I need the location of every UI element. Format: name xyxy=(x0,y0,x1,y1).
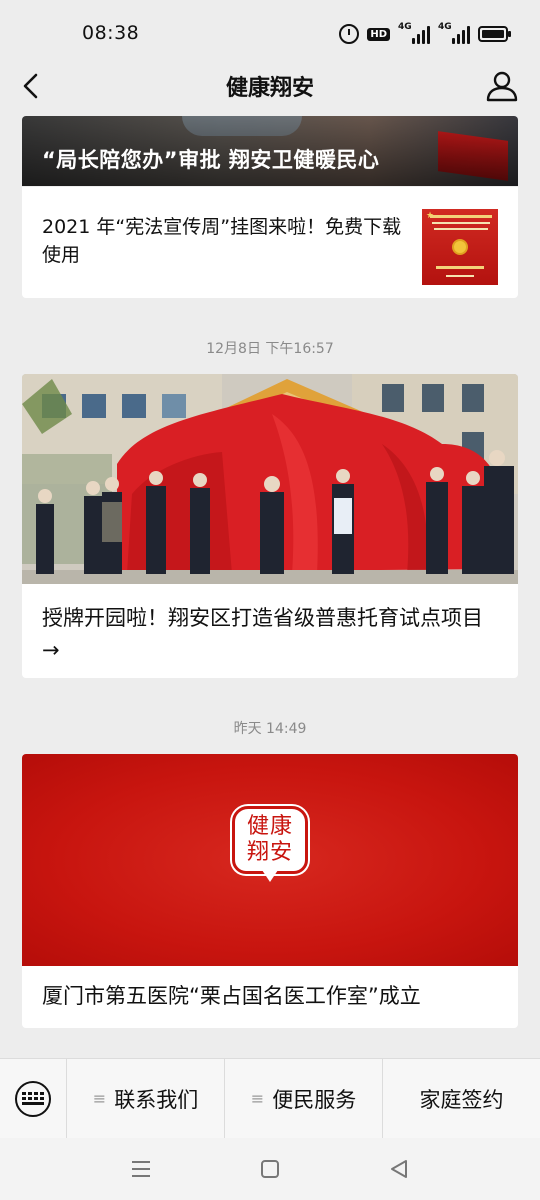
battery-icon xyxy=(478,23,511,45)
menu-family-signup[interactable]: 家庭签约 xyxy=(382,1058,540,1139)
status-bar: 08:38 HD 4G 4G xyxy=(0,0,540,64)
menu-public-services[interactable]: ≡ 便民服务 xyxy=(224,1058,382,1139)
sub-article-thumbnail: ★ xyxy=(422,209,498,285)
message-timestamp: 12月8日 下午16:57 xyxy=(206,341,334,357)
menu-item-label: 联系我们 xyxy=(114,1087,199,1112)
article-cover-image[interactable]: “局长陪您办”审批 翔安卫健暖民心 xyxy=(22,116,518,186)
menu-item-label: 便民服务 xyxy=(272,1087,357,1112)
page-title: 健康翔安 xyxy=(225,76,314,101)
official-account-menu: ≡ 联系我们 ≡ 便民服务 家庭签约 xyxy=(0,1058,540,1139)
article-cover-banner: 健康 翔安 xyxy=(22,754,518,966)
sub-article-title: 2021 年“宪法宣传周”挂图来啦！免费下载使用 xyxy=(42,216,402,266)
title-bar: 健康翔安 xyxy=(0,64,540,108)
signal-4g-icon: 4G xyxy=(438,22,470,44)
status-time: 08:38 xyxy=(82,22,140,44)
menu-lines-icon: ≡ xyxy=(250,1089,265,1108)
article-cover-photo xyxy=(22,374,518,584)
menu-contact-us[interactable]: ≡ 联系我们 xyxy=(66,1058,224,1139)
back-triangle-icon[interactable] xyxy=(384,1156,414,1182)
article-headline[interactable]: “局长陪您办”审批 翔安卫健暖民心 xyxy=(42,144,379,174)
keyboard-icon xyxy=(15,1080,51,1117)
user-profile-icon[interactable] xyxy=(484,68,520,104)
article-title: 厦门市第五医院“栗占国名医工作室”成立 xyxy=(42,984,421,1008)
alarm-icon xyxy=(339,23,360,45)
message-feed[interactable]: “局长陪您办”审批 翔安卫健暖民心 2021 年“宪法宣传周”挂图来啦！免费下载… xyxy=(0,108,540,1058)
brand-logo: 健康 翔安 xyxy=(232,806,308,874)
menu-lines-icon: ≡ xyxy=(92,1089,107,1108)
home-icon[interactable] xyxy=(255,1156,285,1182)
hd-icon: HD xyxy=(367,23,390,45)
article-card-multi: “局长陪您办”审批 翔安卫健暖民心 2021 年“宪法宣传周”挂图来啦！免费下载… xyxy=(22,116,518,298)
article-title: 授牌开园啦！翔安区打造省级普惠托育试点项目→ xyxy=(42,606,483,662)
message-timestamp: 昨天 14:49 xyxy=(233,721,307,737)
article-card[interactable]: 授牌开园啦！翔安区打造省级普惠托育试点项目→ xyxy=(22,374,518,678)
keyboard-toggle-button[interactable] xyxy=(0,1059,66,1139)
status-icons: HD 4G 4G xyxy=(339,22,511,46)
sub-article-item[interactable]: 2021 年“宪法宣传周”挂图来啦！免费下载使用 ★ xyxy=(22,186,518,298)
article-card[interactable]: 健康 翔安 厦门市第五医院“栗占国名医工作室”成立 xyxy=(22,754,518,1028)
signal-4g-icon: 4G xyxy=(398,22,430,44)
system-nav-bar xyxy=(0,1138,540,1200)
recent-apps-icon[interactable] xyxy=(126,1156,156,1182)
menu-item-label: 家庭签约 xyxy=(419,1087,504,1112)
